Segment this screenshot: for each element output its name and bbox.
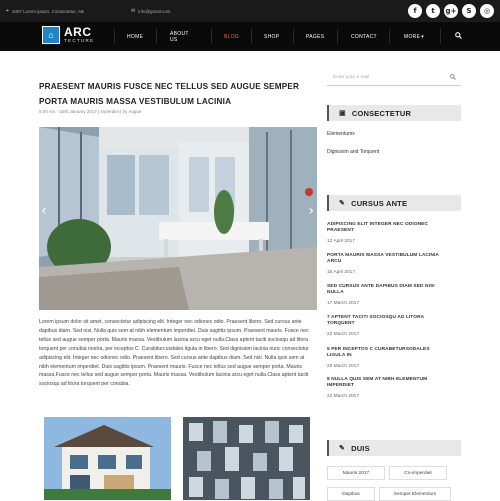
nav-item-pages[interactable]: PAGES bbox=[306, 22, 324, 51]
slider-prev-arrow-icon[interactable]: ‹ bbox=[41, 203, 47, 219]
sidebar-search[interactable]: Enter your e mail bbox=[327, 71, 461, 86]
article-image-slider[interactable]: ‹ › bbox=[39, 127, 317, 310]
site-logo[interactable]: ⌂ ARC TECTURE bbox=[42, 26, 94, 44]
save-icon: ▣ bbox=[339, 110, 346, 117]
slider-next-arrow-icon[interactable]: › bbox=[308, 203, 314, 219]
recent-post-title[interactable]: 5 PER INCEPTOS C CURABETURSODALES LIGULA… bbox=[327, 347, 439, 360]
chevron-down-icon: ▾ bbox=[421, 33, 425, 40]
address-info: ⌖ 1007 Lorem ipsum, Consectetur, AB bbox=[6, 0, 84, 22]
logo-subtitle: TECTURE bbox=[64, 38, 95, 43]
tag-link[interactable]: Semper Elementum bbox=[379, 487, 451, 501]
envelope-icon: ✉ bbox=[131, 8, 136, 14]
recent-post-title[interactable]: ADIPISCING ELIT INTEGER NEC ODIONEC PRAE… bbox=[327, 222, 439, 235]
categories-widget-title-text: CONSECTETUR bbox=[351, 108, 412, 118]
recent-post-date: 20 March 2017 bbox=[327, 363, 359, 369]
recent-post-date: 22 March 2017 bbox=[327, 393, 359, 399]
building-facade-image[interactable] bbox=[183, 417, 310, 500]
recent-post-item[interactable]: SED CURSUS ANTE DAPIBUS DIAM SED NISI NU… bbox=[327, 284, 439, 306]
nav-item-shop[interactable]: SHOP bbox=[264, 22, 279, 51]
nav-divider bbox=[337, 29, 338, 44]
house-image[interactable] bbox=[44, 417, 171, 500]
tag-link[interactable]: Co-imperdiet bbox=[389, 466, 447, 480]
map-pin-icon: ⌖ bbox=[6, 8, 9, 14]
skype-icon[interactable]: S bbox=[462, 4, 476, 18]
recent-post-item[interactable]: ADIPISCING ELIT INTEGER NEC ODIONEC PRAE… bbox=[327, 222, 439, 244]
recent-post-date: 17 March 2017 bbox=[327, 300, 359, 306]
tag-link[interactable]: Dapibus bbox=[327, 487, 375, 501]
article-body: Lorem ipsum dolor sit amet, consectetur … bbox=[39, 319, 309, 388]
nav-item-home[interactable]: HOME bbox=[127, 22, 143, 51]
categories-widget-title: ▣ CONSECTETUR bbox=[327, 105, 461, 121]
social-links: f t g+ S ◎ bbox=[408, 4, 494, 18]
nav-divider bbox=[251, 29, 252, 44]
nav-divider bbox=[211, 29, 212, 44]
tags-widget-title: ✎ DUIS bbox=[327, 440, 461, 456]
recent-posts-widget-title-text: CURSUS ANTE bbox=[351, 198, 408, 208]
search-icon[interactable] bbox=[455, 32, 462, 41]
recent-post-title[interactable]: PORTA MAURIS MASSA VESTIBULUM LACINIA AR… bbox=[327, 253, 439, 266]
recent-post-item[interactable]: PORTA MAURIS MASSA VESTIBULUM LACINIA AR… bbox=[327, 253, 439, 275]
recent-post-title[interactable]: 8 NULLA QUIS SEM AT NIBH ELEMENTUM IMPER… bbox=[327, 377, 439, 390]
nav-divider bbox=[114, 29, 115, 44]
nav-item-contact[interactable]: CONTACT bbox=[351, 22, 377, 51]
logo-title: ARC bbox=[64, 25, 92, 39]
nav-divider bbox=[389, 29, 390, 44]
recent-post-date: 12 April 2017 bbox=[327, 238, 356, 244]
nav-divider bbox=[293, 29, 294, 44]
category-link[interactable]: Elementums bbox=[327, 131, 355, 137]
recent-post-date: 15 April 2017 bbox=[327, 269, 356, 275]
search-icon[interactable] bbox=[450, 74, 456, 82]
edit-icon: ✎ bbox=[339, 200, 346, 207]
nav-item-more-label: MORE bbox=[404, 33, 421, 40]
recent-post-item[interactable]: 7 APTENT TACITI SOCIOSQU AD LITORA TORQU… bbox=[327, 315, 439, 337]
recent-posts-widget-title: ✎ CURSUS ANTE bbox=[327, 195, 461, 211]
category-link[interactable]: Dignissim and Torquent bbox=[327, 149, 379, 155]
recent-post-title[interactable]: 7 APTENT TACITI SOCIOSQU AD LITORA TORQU… bbox=[327, 315, 439, 328]
nav-item-blog[interactable]: BLOG bbox=[224, 22, 239, 51]
address-text: 1007 Lorem ipsum, Consectetur, AB bbox=[11, 8, 84, 14]
facebook-icon[interactable]: f bbox=[408, 4, 422, 18]
nav-divider bbox=[440, 29, 441, 44]
email-text[interactable]: info@gmail.com bbox=[138, 9, 170, 14]
twitter-icon[interactable]: t bbox=[426, 4, 440, 18]
nav-divider bbox=[156, 29, 157, 44]
recent-post-item[interactable]: 5 PER INCEPTOS C CURABETURSODALES LIGULA… bbox=[327, 347, 439, 369]
recent-post-date: 22 March 2017 bbox=[327, 331, 359, 337]
office-interior-image bbox=[39, 127, 317, 310]
email-info[interactable]: ✉ info@gmail.com bbox=[131, 0, 171, 22]
article-title[interactable]: PRAESENT MAURIS FUSCE NEC TELLUS SED AUG… bbox=[39, 79, 309, 109]
recent-post-title[interactable]: SED CURSUS ANTE DAPIBUS DIAM SED NISI NU… bbox=[327, 284, 439, 297]
edit-icon: ✎ bbox=[339, 445, 346, 452]
nav-item-about-us[interactable]: ABOUT US bbox=[170, 22, 189, 51]
top-bar: ⌖ 1007 Lorem ipsum, Consectetur, AB ✉ in… bbox=[0, 0, 500, 22]
nav-item-more[interactable]: MORE ▾ bbox=[404, 22, 424, 51]
tags-widget-title-text: DUIS bbox=[351, 443, 370, 453]
main-navbar: ⌂ ARC TECTURE HOME ABOUT US BLOG SHOP PA… bbox=[0, 22, 500, 51]
search-input[interactable]: Enter your e mail bbox=[333, 75, 369, 80]
google-plus-icon[interactable]: g+ bbox=[444, 4, 458, 18]
instagram-icon[interactable]: ◎ bbox=[480, 4, 494, 18]
article-meta: 5:30 Am - 15th January 2017 | imperdiet … bbox=[39, 109, 142, 114]
logo-mark-icon: ⌂ bbox=[42, 26, 60, 44]
recent-post-item[interactable]: 8 NULLA QUIS SEM AT NIBH ELEMENTUM IMPER… bbox=[327, 377, 439, 399]
tag-link[interactable]: Mauris 2017 bbox=[327, 466, 385, 480]
